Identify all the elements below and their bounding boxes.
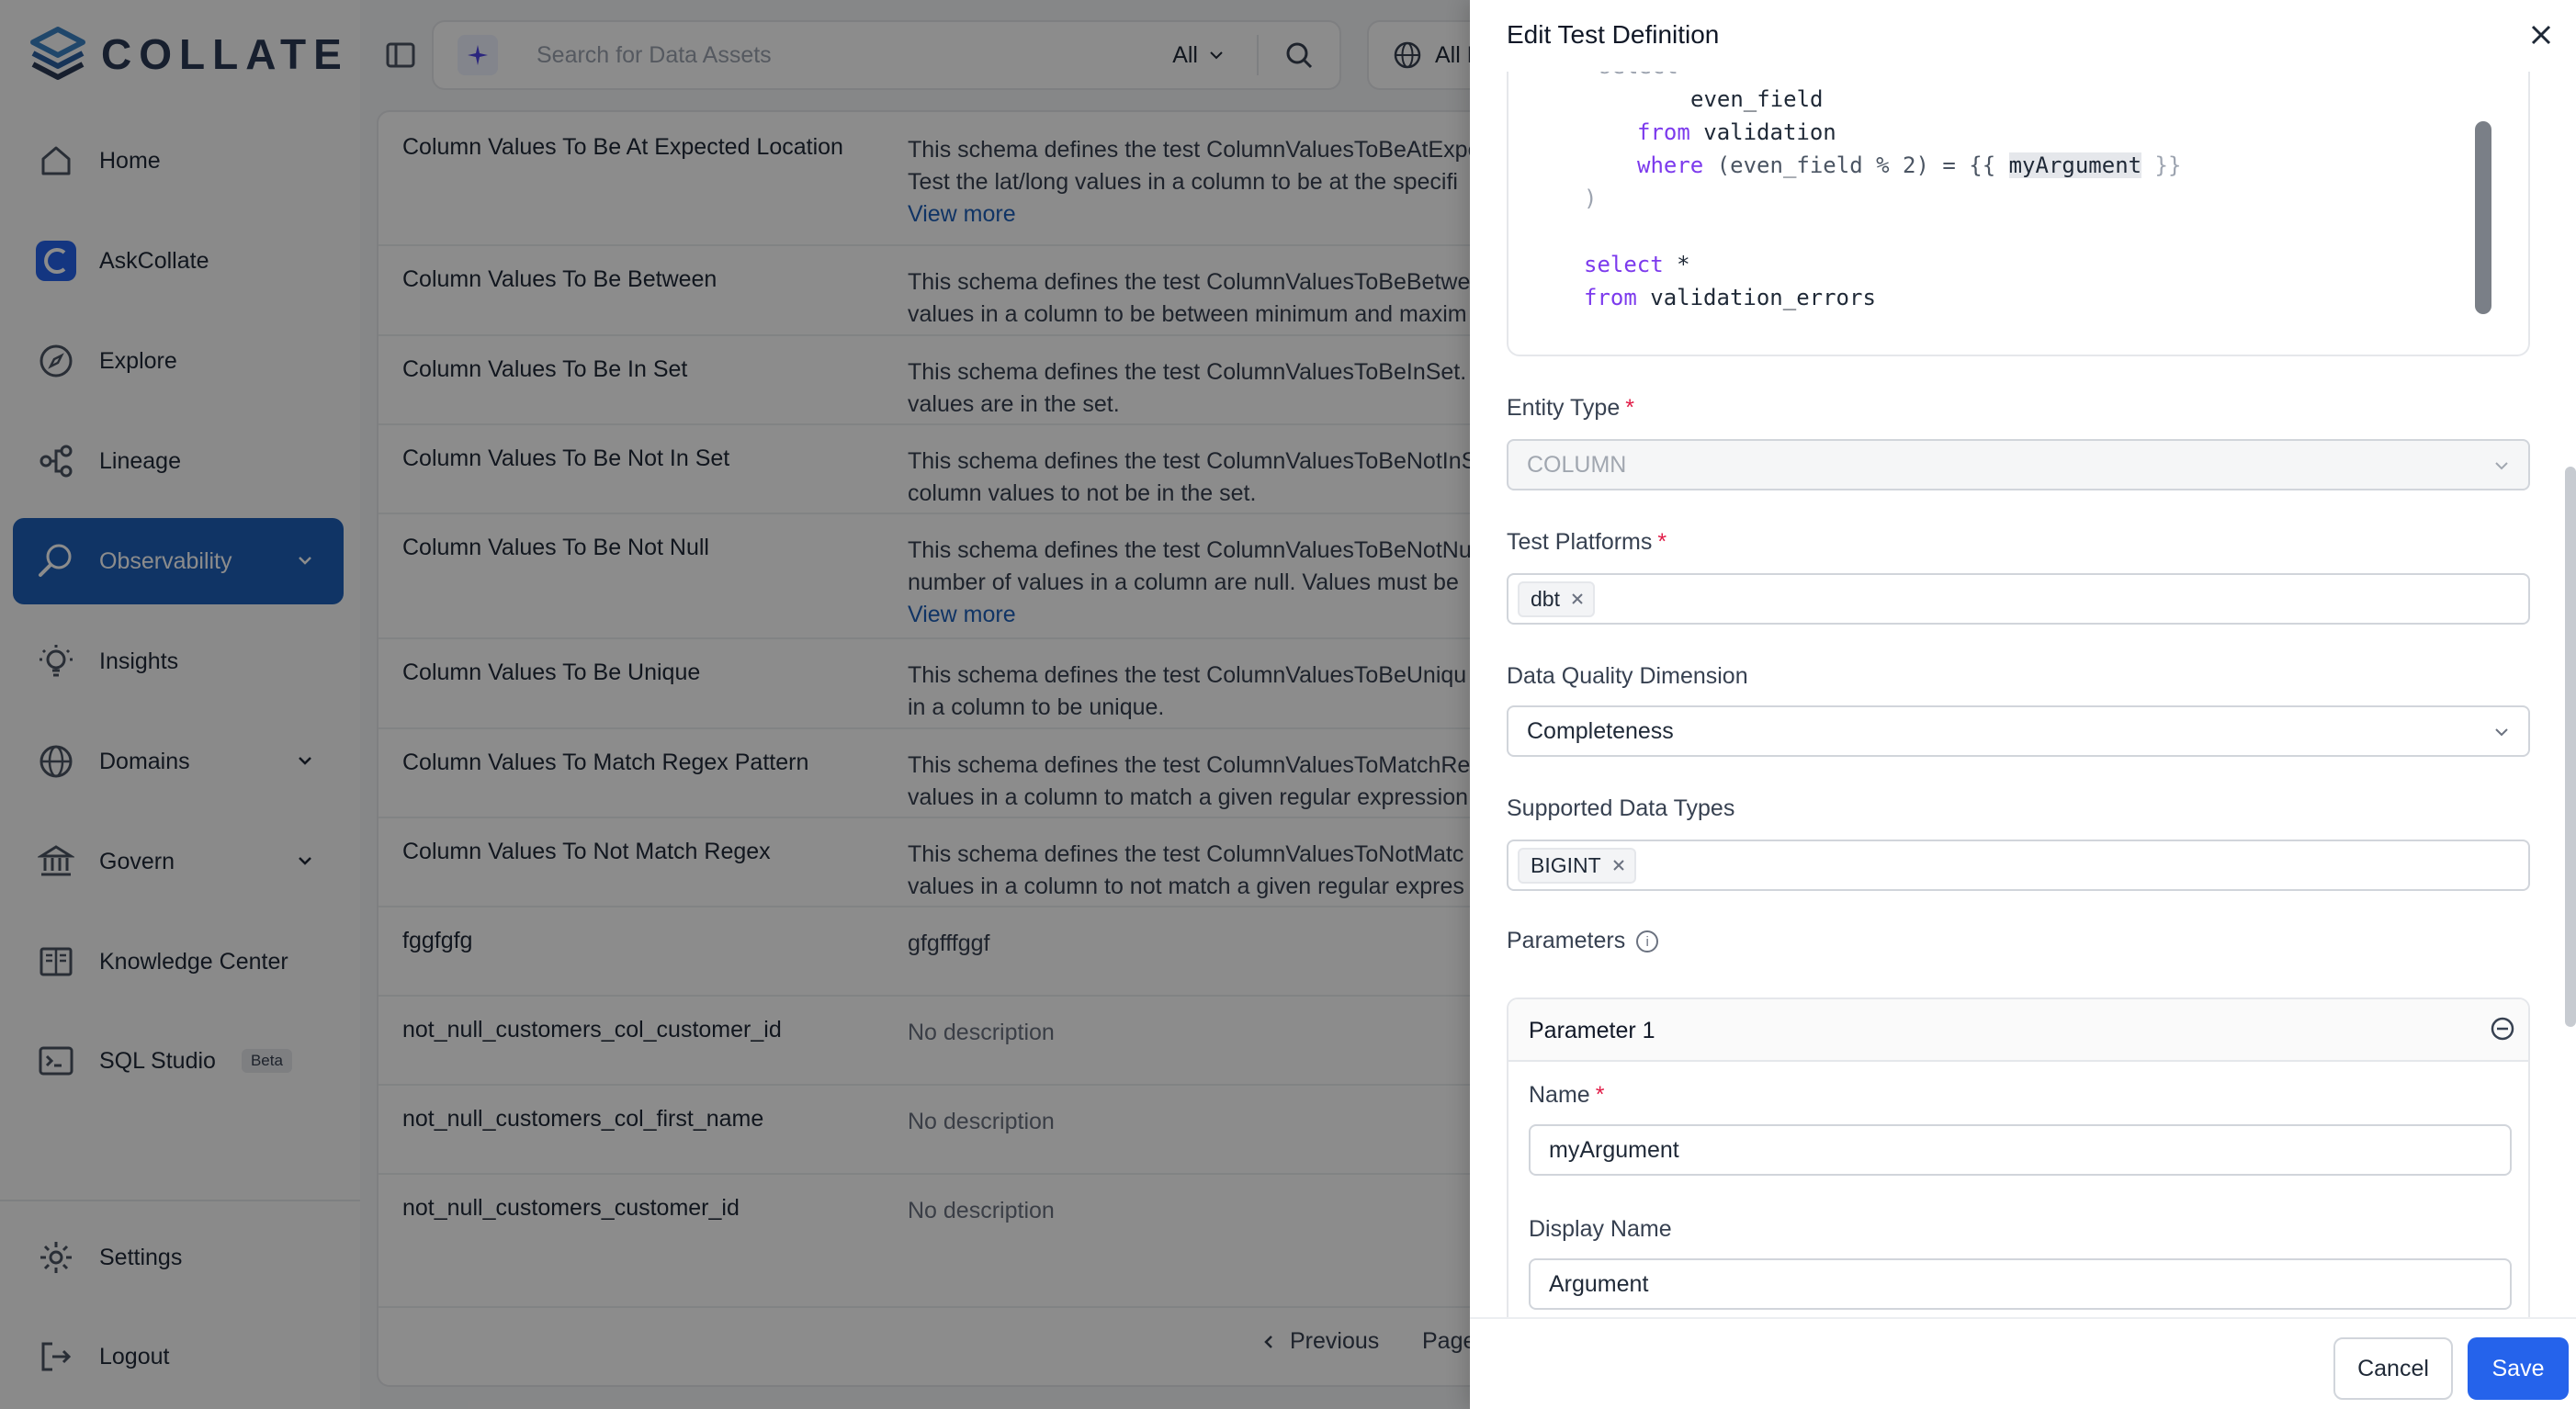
label-text: Name <box>1529 1082 1590 1108</box>
code-line-clipped: select <box>1599 72 1678 79</box>
sql-expression: (even_field % 2) = {{ <box>1716 152 1996 178</box>
parameter-name-label: Name * <box>1529 1082 1604 1109</box>
parameter-name-input[interactable]: myArgument <box>1529 1124 2512 1176</box>
parameters-label: Parameters i <box>1507 928 1659 954</box>
test-platforms-select[interactable]: dbt <box>1507 573 2530 625</box>
code-line: where (even_field % 2) = {{ myArgument }… <box>1637 152 2181 178</box>
minus-circle-icon[interactable] <box>2490 1016 2515 1042</box>
drawer-title: Edit Test Definition <box>1507 20 1720 49</box>
required-marker: * <box>1595 1082 1605 1108</box>
sql-keyword: select <box>1584 252 1664 277</box>
tag-remove-icon[interactable] <box>1571 592 1584 605</box>
cancel-button[interactable]: Cancel <box>2333 1337 2453 1400</box>
parameter-display-name-input[interactable]: Argument <box>1529 1258 2512 1310</box>
label-text: Entity Type <box>1507 395 1621 421</box>
required-marker: * <box>1625 395 1634 421</box>
sql-argument: myArgument <box>2008 152 2142 178</box>
edit-test-definition-drawer: Edit Test Definition select even_field f… <box>1470 0 2576 1409</box>
entity-type-select[interactable]: COLUMN <box>1507 439 2530 490</box>
sql-identifier: validation_errors <box>1650 285 1876 310</box>
sql-expression-editor[interactable]: select even_field from validation where … <box>1507 72 2530 356</box>
sql-identifier: validation <box>1703 119 1836 145</box>
platform-tag: dbt <box>1518 581 1595 617</box>
entity-type-label: Entity Type * <box>1507 395 1634 422</box>
tag-remove-icon[interactable] <box>1612 859 1625 872</box>
close-icon <box>2531 25 2551 45</box>
label-text: Parameters <box>1507 928 1626 953</box>
test-platforms-label: Test Platforms * <box>1507 529 1666 556</box>
dq-dimension-label: Data Quality Dimension <box>1507 663 1748 689</box>
dq-dimension-select[interactable]: Completeness <box>1507 705 2530 757</box>
data-type-tag: BIGINT <box>1518 847 1636 884</box>
code-line: select * <box>1584 252 1690 277</box>
sql-keyword: where <box>1637 152 1704 178</box>
save-button[interactable]: Save <box>2468 1337 2569 1400</box>
drawer-body: select even_field from validation where … <box>1470 72 2576 1317</box>
drawer-scrollbar[interactable] <box>2565 467 2576 1027</box>
drawer-header: Edit Test Definition <box>1470 0 2576 72</box>
sql-keyword: from <box>1584 285 1637 310</box>
chevron-down-icon <box>2495 462 2508 470</box>
tag-label: BIGINT <box>1531 852 1601 877</box>
tag-label: dbt <box>1531 586 1560 611</box>
parameter-card: Parameter 1 Name * myArgument Display Nam… <box>1507 998 2530 1317</box>
data-types-select[interactable]: BIGINT <box>1507 840 2530 891</box>
info-icon[interactable]: i <box>1636 930 1659 953</box>
sql-template-close: }} <box>2154 152 2182 178</box>
parameter-title: Parameter 1 <box>1529 1018 1655 1043</box>
code-line: even_field <box>1690 86 1824 112</box>
data-types-label: Supported Data Types <box>1507 795 1735 821</box>
close-button[interactable] <box>2523 17 2559 53</box>
code-line: from validation_errors <box>1584 285 1876 310</box>
code-line: ) <box>1584 186 1598 211</box>
editor-scrollbar[interactable] <box>2475 121 2491 314</box>
code-line: from validation <box>1637 119 1836 145</box>
label-text: Test Platforms <box>1507 529 1653 555</box>
chevron-down-icon <box>2495 728 2508 737</box>
parameter-header: Parameter 1 <box>1508 999 2528 1062</box>
required-marker: * <box>1657 529 1667 555</box>
modal-overlay[interactable] <box>0 0 1470 1409</box>
sql-keyword: from <box>1637 119 1690 145</box>
drawer-footer: Cancel Save <box>1470 1317 2576 1409</box>
parameter-display-name-label: Display Name <box>1529 1216 1672 1242</box>
sql-identifier: * <box>1677 252 1690 277</box>
entity-type-value: COLUMN <box>1527 451 1627 478</box>
dq-dimension-value: Completeness <box>1527 717 1674 744</box>
